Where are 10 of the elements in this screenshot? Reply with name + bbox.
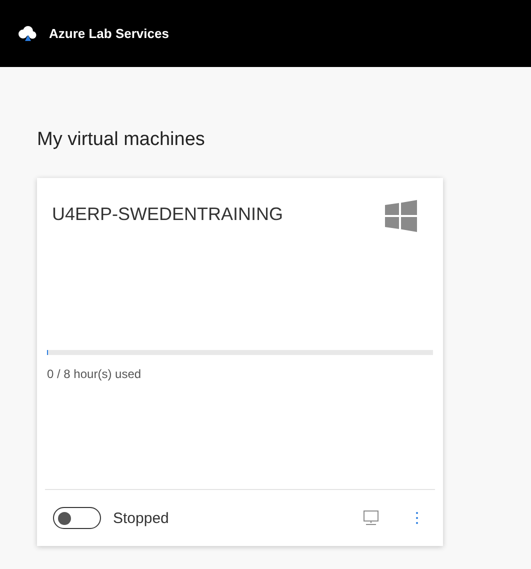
cloud-logo-icon: [17, 26, 37, 42]
status-text: Stopped: [113, 510, 169, 526]
monitor-icon[interactable]: [363, 510, 379, 526]
windows-logo-icon: [385, 200, 417, 232]
app-title: Azure Lab Services: [49, 26, 169, 41]
usage-text: 0 / 8 hour(s) used: [47, 367, 142, 381]
page-heading: My virtual machines: [37, 129, 206, 151]
power-toggle[interactable]: [53, 507, 101, 529]
more-options-icon[interactable]: [415, 510, 419, 526]
vm-name: U4ERP-SWEDENTRAINING: [52, 204, 284, 225]
